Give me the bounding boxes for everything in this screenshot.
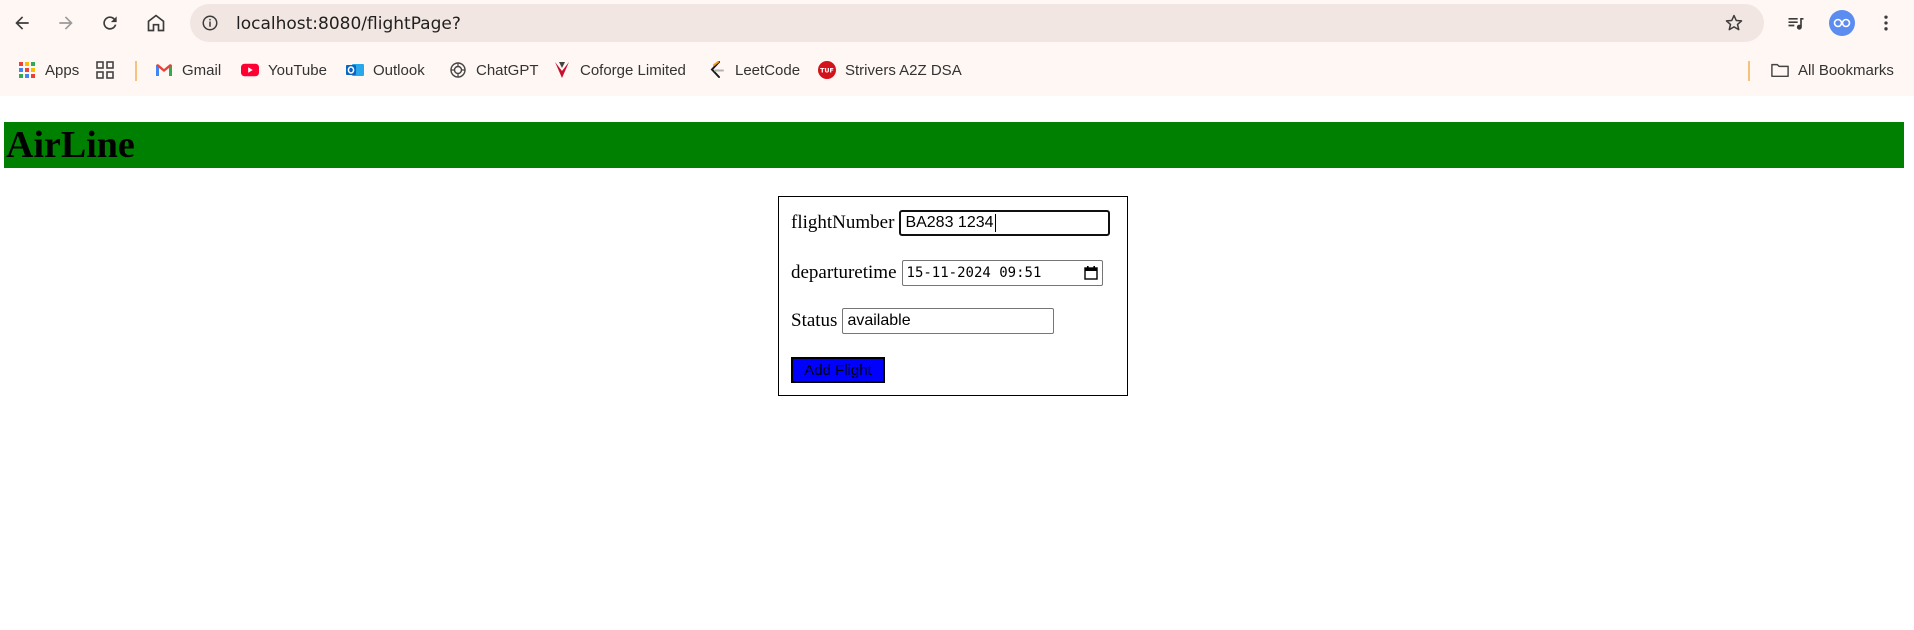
chatgpt-icon — [449, 61, 467, 79]
folder-icon — [1771, 61, 1789, 79]
back-arrow-icon — [15, 16, 29, 30]
browser-chrome: localhost:8080/flightPage? Apps Gmail Yo… — [0, 0, 1914, 96]
back-button[interactable] — [6, 7, 38, 39]
bookmark-label: Coforge Limited — [580, 61, 686, 79]
site-info-icon[interactable] — [200, 13, 220, 33]
tab-groups-button[interactable] — [96, 57, 123, 83]
bookmark-coforge[interactable]: Coforge Limited — [553, 57, 686, 83]
status-value: available — [847, 312, 911, 329]
bookmark-separator — [1748, 61, 1750, 81]
flight-number-row: flightNumber BA283 1234 — [791, 210, 1111, 236]
bookmark-chatgpt[interactable]: ChatGPT — [449, 57, 539, 83]
bookmark-label: LeetCode — [735, 61, 801, 79]
bookmark-separator — [135, 61, 137, 81]
departure-time-value: 15-11-2024 09:51 — [906, 265, 1042, 281]
svg-text:TUF: TUF — [820, 68, 834, 75]
page-header: AirLine — [4, 122, 1904, 168]
outlook-icon — [346, 61, 364, 79]
url-text[interactable]: localhost:8080/flightPage? — [236, 14, 461, 34]
browser-menu-button[interactable] — [1870, 7, 1902, 39]
home-icon — [147, 14, 165, 32]
bookmark-label: Apps — [45, 61, 80, 79]
bookmark-strivers[interactable]: TUF Strivers A2Z DSA — [818, 57, 962, 83]
media-control-button[interactable] — [1780, 7, 1812, 39]
bookmark-label: Gmail — [182, 61, 222, 79]
bookmarks-bar: Apps Gmail YouTube Outlook ChatGPT Cofor… — [0, 52, 1914, 88]
youtube-icon — [241, 61, 259, 79]
bookmark-outlook[interactable]: Outlook — [346, 57, 425, 83]
tuf-icon: TUF — [818, 61, 836, 79]
bookmark-apps[interactable]: Apps — [18, 57, 79, 83]
status-input[interactable]: available — [842, 308, 1055, 334]
profile-button[interactable] — [1826, 7, 1858, 39]
page-title: AirLine — [6, 124, 135, 166]
all-bookmarks-button[interactable]: All Bookmarks — [1771, 57, 1894, 83]
flight-form: flightNumber BA283 1234 departuretime 15… — [778, 196, 1128, 396]
browser-toolbar: localhost:8080/flightPage? — [0, 0, 1914, 46]
avatar — [1829, 10, 1855, 36]
playlist-icon — [1788, 18, 1804, 30]
flight-number-input[interactable]: BA283 1234 — [899, 210, 1111, 236]
flight-number-label: flightNumber — [791, 212, 895, 233]
bookmark-label: YouTube — [268, 61, 327, 79]
add-flight-button[interactable]: Add Flight — [791, 357, 885, 383]
bookmark-label: Outlook — [373, 61, 425, 79]
calendar-icon[interactable] — [1083, 266, 1098, 280]
bookmark-gmail[interactable]: Gmail — [155, 57, 221, 83]
all-bookmarks-label: All Bookmarks — [1798, 61, 1894, 79]
forward-button[interactable] — [50, 7, 82, 39]
bookmark-label: ChatGPT — [476, 61, 539, 79]
departure-time-input[interactable]: 15-11-2024 09:51 — [901, 260, 1103, 286]
bookmark-youtube[interactable]: YouTube — [241, 57, 327, 83]
flight-number-value: BA283 1234 — [905, 214, 994, 231]
forward-arrow-icon — [59, 16, 73, 30]
bookmark-leetcode[interactable]: LeetCode — [708, 57, 800, 83]
home-button[interactable] — [140, 7, 172, 39]
tab-grid-icon — [96, 61, 114, 79]
leetcode-icon — [708, 61, 726, 79]
bookmark-label: Strivers A2Z DSA — [845, 61, 962, 79]
reload-icon — [103, 16, 117, 30]
coforge-icon — [553, 61, 571, 79]
gmail-icon — [155, 61, 173, 79]
status-label: Status — [791, 310, 838, 331]
reload-button[interactable] — [94, 7, 126, 39]
text-caret — [994, 214, 996, 232]
address-bar[interactable]: localhost:8080/flightPage? — [190, 4, 1764, 42]
status-row: Status available — [791, 308, 1055, 334]
departure-time-label: departuretime — [791, 262, 897, 283]
bookmark-star-icon[interactable] — [1724, 13, 1744, 33]
more-vert-icon — [1884, 15, 1888, 31]
apps-grid-icon — [18, 61, 36, 79]
departure-time-row: departuretime 15-11-2024 09:51 — [791, 260, 1103, 286]
